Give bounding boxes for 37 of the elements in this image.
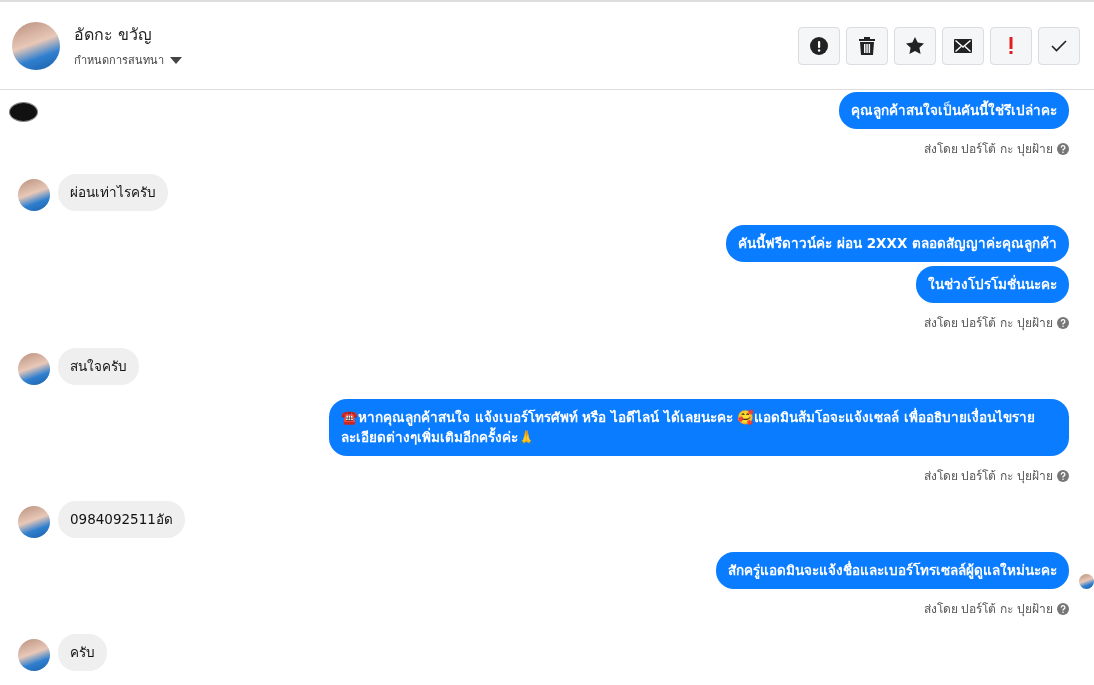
sent-message: คันนี้ฟรีดาวน์ค่ะ ผ่อน 2XXX ตลอดสัญญาค่ะคุณลูกค้า xyxy=(726,225,1069,262)
important-button[interactable] xyxy=(990,26,1032,65)
trash-icon xyxy=(859,36,875,55)
sent-message: คุณลูกค้าสนใจเป็นคันนี้ใช่รึเปล่าคะ xyxy=(839,92,1069,129)
help-icon[interactable] xyxy=(1057,602,1069,615)
alert-icon xyxy=(810,36,828,55)
contact-avatar xyxy=(18,639,50,671)
contact-avatar xyxy=(12,21,60,70)
done-button[interactable] xyxy=(1038,26,1080,65)
help-icon[interactable] xyxy=(1057,469,1069,482)
exclamation-icon xyxy=(1009,37,1013,54)
caret-icon xyxy=(170,56,182,64)
received-message: สนใจครับ xyxy=(58,348,139,385)
star-icon xyxy=(906,37,924,54)
sent-message: ☎หากคุณลูกค้าสนใจ แจ้งเบอร์โทรศัพท์ หรือ ไอดีไลน์ ได้เลยนะคะ 🥰แอดมินส้มโอจะแจ้งเซลล์ เพื่ออธิบายเงื่อนไขรายละเอียดต่างๆเพิ่มเติมอีกครั้งค่ะ🙏 xyxy=(329,399,1069,456)
contact-avatar xyxy=(18,179,50,211)
received-message: 0984092511อัด xyxy=(58,501,185,538)
help-icon[interactable] xyxy=(1057,142,1069,155)
sent-by-label: ส่งโดย ปอร์โต้ กะ ปุยฝ้าย xyxy=(923,141,1053,158)
received-message: ครับ xyxy=(58,634,107,671)
sent-message: สักครู่แอดมินจะแจ้งชื่อและเบอร์โทรเซลล์ผู้ดูแลใหม่นะคะ xyxy=(716,552,1069,589)
help-icon[interactable] xyxy=(1057,316,1069,329)
trash-button[interactable] xyxy=(846,26,888,65)
star-button[interactable] xyxy=(894,26,936,65)
contact-avatar xyxy=(18,506,50,538)
sent-by-label: ส่งโดย ปอร์โต้ กะ ปุยฝ้าย xyxy=(923,468,1053,485)
received-message: ผ่อนเท่าไรครับ xyxy=(58,174,168,211)
sent-by-label: ส่งโดย ปอร์โต้ กะ ปุยฝ้าย xyxy=(923,315,1053,332)
sent-by-label: ส่งโดย ปอร์โต้ กะ ปุยฝ้าย xyxy=(923,601,1053,618)
conversation-dropdown[interactable]: กำหนดการสนทนา xyxy=(74,51,182,69)
check-icon xyxy=(1051,39,1067,52)
alert-button[interactable] xyxy=(798,26,840,65)
sent-message: ในช่วงโปรโมชั่นนะคะ xyxy=(916,266,1069,303)
envelope-icon xyxy=(954,38,972,53)
contact-avatar xyxy=(18,353,50,385)
contact-name: อัดกะ ขวัญ xyxy=(74,24,154,46)
mail-button[interactable] xyxy=(942,26,984,65)
